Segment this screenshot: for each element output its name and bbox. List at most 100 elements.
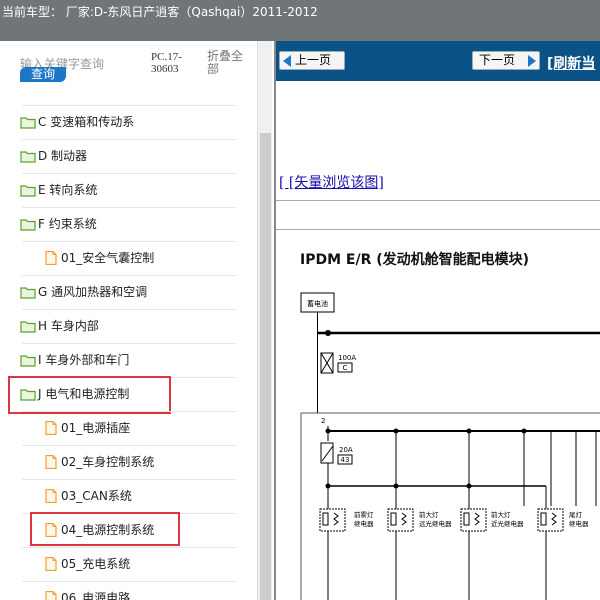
relay-high-beam: 前大灯 远光继电器	[387, 508, 452, 532]
relay-fog-line2: 继电器	[354, 519, 374, 528]
bus-junction	[325, 330, 331, 336]
tree-file-item[interactable]: 01_安全气囊控制	[0, 241, 256, 275]
tree-file-item[interactable]: 05_充电系统	[0, 547, 256, 581]
page-nav-bar: 上一页 下一页 [刷新当	[276, 41, 600, 81]
ipdm-outline	[300, 412, 600, 600]
refresh-link[interactable]: [刷新当	[547, 53, 595, 73]
divider-top	[276, 200, 600, 201]
tree-file-item[interactable]: 03_CAN系统	[0, 479, 256, 513]
left-panel: 输入关键字查询 查询 PC.17-30603 折叠全部 C 变速箱和传动系 D 制…	[0, 41, 272, 600]
folder-icon	[20, 216, 36, 231]
tree-separator	[22, 275, 236, 276]
tree-file-item[interactable]: 01_电源插座	[0, 411, 256, 445]
tree-folder-item[interactable]: D 制动器	[0, 139, 256, 173]
fuse2-code: 43	[341, 456, 350, 464]
current-model-text: 当前车型： 厂家:D-东风日产逍客（Qashqai）2011-2012	[2, 5, 318, 19]
tree-folder-item[interactable]: C 变速箱和传动系	[0, 105, 256, 139]
tree-item-label: E 转向系统	[38, 183, 98, 197]
relay-tail-line1: 尾灯	[569, 510, 583, 519]
prev-page-button[interactable]: 上一页	[279, 51, 345, 70]
tree-separator	[22, 207, 236, 208]
divider-bottom	[276, 229, 600, 230]
file-icon	[43, 454, 59, 470]
relay-low-beam: 前大灯 近光继电器	[460, 508, 524, 532]
vector-view-link[interactable]: [ [矢量浏览该图]	[279, 172, 384, 192]
collapse-all-link[interactable]: 折叠全部	[207, 50, 247, 76]
fuse1-amp: 100A	[338, 354, 356, 362]
file-icon	[43, 250, 59, 266]
tree-separator	[22, 139, 236, 140]
tree-separator	[22, 173, 236, 174]
tree-separator	[22, 445, 236, 446]
search-button[interactable]: 查询	[20, 67, 66, 82]
tree-item-label: F 约束系统	[38, 217, 97, 231]
tree-item-label: 05_充电系统	[61, 557, 131, 571]
folder-icon	[20, 352, 36, 367]
tree-item-label: I 车身外部和车门	[38, 353, 130, 367]
tree-separator	[22, 105, 236, 106]
folder-icon	[20, 114, 36, 129]
tree-item-label: 01_安全气囊控制	[61, 251, 155, 265]
prev-page-label: 上一页	[295, 53, 332, 67]
tree-file-item[interactable]: 04_电源控制系统	[0, 512, 256, 547]
tree-separator	[22, 581, 236, 582]
tree-folder-item[interactable]: I 车身外部和车门	[0, 343, 256, 377]
category-tree: C 变速箱和传动系 D 制动器 E 转向系统 F 约束系统 01_安全气囊控制 G 通风加…	[0, 105, 256, 600]
tree-separator	[22, 241, 236, 242]
file-icon	[43, 420, 59, 436]
relay-tail-line2: 继电器	[569, 519, 589, 528]
tree-item-label: C 变速箱和传动系	[38, 115, 135, 129]
tree-file-item[interactable]: 06_电源电路	[0, 581, 256, 600]
tree-folder-item[interactable]: E 转向系统	[0, 173, 256, 207]
fuse1-code: C	[343, 364, 348, 372]
relay-high-line1: 前大灯	[419, 510, 439, 519]
tree-separator	[22, 309, 236, 310]
diagram-title: IPDM E/R (发动机舱智能配电模块)	[300, 252, 530, 268]
relay-fog: 前雾灯 继电器	[319, 508, 374, 532]
tree-folder-item[interactable]: G 通风加热器和空调	[0, 275, 256, 309]
tree-item-label: 01_电源插座	[61, 421, 131, 435]
folder-icon	[20, 182, 36, 197]
relay-tail: 尾灯 继电器	[537, 508, 589, 532]
left-scrollbar-thumb[interactable]	[260, 133, 271, 600]
folder-icon	[20, 318, 36, 333]
left-scrollbar[interactable]	[257, 41, 272, 600]
current-model-bar: 当前车型： 厂家:D-东风日产逍客（Qashqai）2011-2012	[0, 0, 600, 41]
app-window: 当前车型： 厂家:D-东风日产逍客（Qashqai）2011-2012 输入关键…	[0, 0, 600, 600]
arrow-left-icon	[283, 55, 291, 67]
content-panel: 上一页 下一页 [刷新当 [ [矢量浏览该图] IPDM E/R (发动机舱智能…	[274, 41, 600, 600]
tree-item-label: 06_电源电路	[61, 591, 131, 600]
relay-fog-line1: 前雾灯	[354, 510, 374, 519]
relay-low-line2: 近光继电器	[491, 519, 524, 528]
next-page-button[interactable]: 下一页	[472, 51, 540, 70]
tree-folder-item[interactable]: H 车身内部	[0, 309, 256, 343]
pc-code: PC.17-30603	[151, 51, 182, 75]
relay-low-line1: 前大灯	[491, 510, 511, 519]
tree-item-label: G 通风加热器和空调	[38, 285, 148, 299]
file-icon	[43, 590, 59, 600]
highlight-box	[30, 512, 180, 546]
tree-file-item[interactable]: 02_车身控制系统	[0, 445, 256, 479]
tree-separator	[22, 343, 236, 344]
tree-item-label: H 车身内部	[38, 319, 99, 333]
tree-separator	[22, 411, 236, 412]
tree-folder-item[interactable]: F 约束系统	[0, 207, 256, 241]
wiring-diagram: 蓄电池 100A C 2 20A 43 前雾灯 继电器 前大灯 远光继电器 前大…	[300, 292, 600, 600]
relay-high-line2: 远光继电器	[419, 519, 452, 528]
file-icon	[43, 556, 59, 572]
tree-folder-item[interactable]: J 电气和电源控制	[0, 376, 256, 414]
tree-item-label: D 制动器	[38, 149, 88, 163]
fuse2-pin: 2	[321, 417, 325, 425]
battery-label: 蓄电池	[307, 299, 328, 308]
tree-separator	[22, 547, 236, 548]
folder-icon	[20, 284, 36, 299]
file-icon	[43, 488, 59, 504]
highlight-box	[8, 376, 171, 414]
next-page-label: 下一页	[479, 53, 516, 67]
arrow-right-icon	[528, 55, 536, 67]
tree-item-label: 03_CAN系统	[61, 489, 132, 503]
folder-icon	[20, 148, 36, 163]
fuse2-amp: 20A	[339, 446, 353, 454]
search-area: 输入关键字查询 查询 PC.17-30603 折叠全部	[0, 41, 256, 101]
tree-separator	[22, 479, 236, 480]
